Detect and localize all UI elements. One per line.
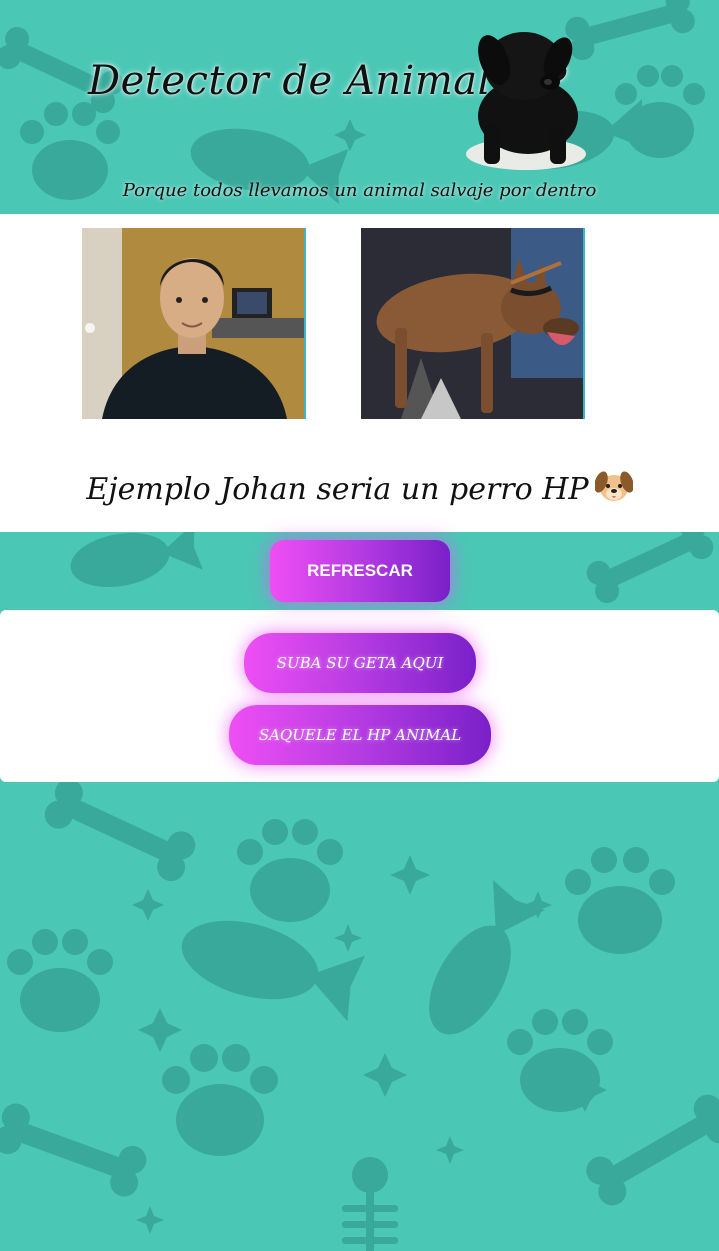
detect-animal-button[interactable]: SAQUELE EL HP ANIMAL — [229, 705, 491, 765]
refresh-button[interactable]: REFRESCAR — [270, 540, 450, 602]
caption-text: Ejemplo Johan seria un perro HP — [86, 472, 589, 507]
header: Detector de Animal HP Porque todos lleva… — [0, 0, 719, 214]
upload-photo-button[interactable]: SUBA SU GETA AQUI — [244, 633, 476, 693]
puppy-illustration — [466, 32, 586, 170]
example-caption: Ejemplo Johan seria un perro HP — [0, 470, 719, 512]
dog-photo — [361, 228, 585, 419]
person-selfie — [82, 228, 304, 419]
tagline: Porque todos llevamos un animal salvaje … — [122, 180, 597, 201]
example-panel: Ejemplo Johan seria un perro HP — [0, 214, 719, 532]
dog-face-icon — [593, 470, 634, 512]
person-photo — [82, 228, 306, 419]
